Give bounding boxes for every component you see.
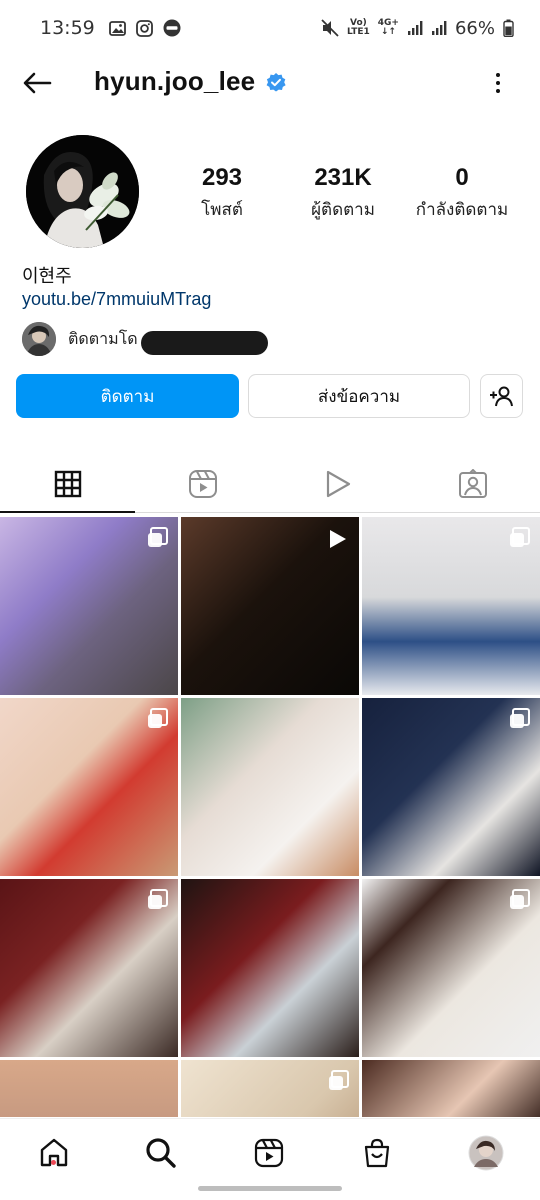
notification-dot [51, 1160, 56, 1165]
bio-link[interactable]: youtu.be/7mmuiuMTrag [22, 289, 211, 310]
carousel-icon [510, 708, 530, 728]
tab-reels[interactable] [135, 455, 270, 513]
nav-profile[interactable] [466, 1133, 506, 1173]
following-label: กำลังติดตาม [415, 200, 509, 220]
nav-search[interactable] [141, 1133, 181, 1173]
posts-count: 293 [201, 164, 243, 191]
carousel-icon [510, 527, 530, 547]
stat-posts[interactable]: 293 โพสต์ [187, 164, 257, 223]
carousel-icon [148, 889, 168, 909]
carousel-icon [148, 708, 168, 728]
posts-label: โพสต์ [201, 200, 243, 220]
status-left: 13:59 [40, 17, 181, 39]
tab-videos[interactable] [270, 455, 405, 513]
signal-icon [407, 20, 423, 36]
reel-play-icon [330, 530, 346, 548]
gesture-bar[interactable] [198, 1186, 342, 1191]
data-arrows-icon: ↓↑ [380, 27, 396, 37]
more-options-button[interactable] [486, 66, 510, 100]
carousel-icon [148, 527, 168, 547]
profile-header: hyun.joo_lee [0, 56, 540, 112]
network-type: 4G+ ↓↑ [378, 19, 399, 37]
dot-icon [496, 81, 500, 85]
dot-icon [496, 89, 500, 93]
profile-avatar[interactable] [26, 135, 139, 248]
gallery-icon [108, 20, 126, 36]
signal-icon-2 [431, 20, 447, 36]
mute-icon [321, 19, 339, 37]
status-bar: 13:59 Vo) LTE1 4G+ ↓↑ 66% [0, 0, 540, 56]
post-thumbnail[interactable] [0, 879, 178, 1057]
post-thumbnail[interactable] [181, 1060, 359, 1117]
profile-tabs [0, 455, 540, 513]
battery-icon [503, 19, 514, 37]
back-button[interactable] [20, 68, 54, 98]
reels-icon [188, 470, 217, 498]
video-icon [326, 470, 350, 498]
profile-display-name: 이현주 [22, 266, 72, 287]
line-app-icon [163, 19, 181, 37]
redacted-names [141, 331, 268, 355]
suggested-users-button[interactable] [480, 374, 523, 418]
active-tab-indicator [0, 511, 135, 513]
instagram-icon [135, 19, 153, 37]
volte-bottom: LTE1 [346, 27, 370, 37]
carousel-icon [329, 1070, 349, 1090]
profile-avatar [468, 1135, 504, 1171]
followed-by-row[interactable]: ติดตามโด [22, 322, 138, 356]
add-person-icon [489, 386, 513, 407]
back-arrow-icon [23, 72, 52, 94]
followers-count: 231K [314, 164, 372, 191]
shop-icon [364, 1138, 390, 1168]
avatar-image [26, 135, 139, 248]
verified-badge-icon [266, 73, 286, 92]
nav-home[interactable] [34, 1133, 74, 1173]
reels-icon [254, 1138, 284, 1168]
post-thumbnail[interactable] [362, 517, 540, 695]
tab-grid[interactable] [0, 455, 135, 513]
stat-followers[interactable]: 231K ผู้ติดตาม [300, 164, 386, 223]
volte-indicator: Vo) LTE1 [347, 19, 370, 37]
post-thumbnail[interactable] [181, 879, 359, 1057]
follow-button[interactable]: ติดตาม [16, 374, 239, 418]
battery-percent: 66% [454, 17, 495, 39]
stat-following[interactable]: 0 กำลังติดตาม [406, 164, 518, 223]
post-thumbnail[interactable] [0, 1060, 178, 1117]
status-time: 13:59 [40, 17, 95, 39]
post-thumbnail[interactable] [362, 698, 540, 876]
dot-icon [496, 73, 500, 77]
message-button[interactable]: ส่งข้อความ [248, 374, 470, 418]
following-count: 0 [455, 164, 469, 191]
tagged-icon [458, 469, 487, 498]
carousel-icon [510, 889, 530, 909]
grid-icon [54, 470, 81, 498]
post-thumbnail[interactable] [362, 879, 540, 1057]
tab-tagged[interactable] [405, 455, 540, 513]
profile-username: hyun.joo_lee [94, 66, 256, 96]
status-right: Vo) LTE1 4G+ ↓↑ 66% [321, 18, 514, 39]
post-thumbnail[interactable] [181, 517, 359, 695]
post-thumbnail[interactable] [362, 1060, 540, 1117]
nav-reels[interactable] [249, 1133, 289, 1173]
mutual-follower-avatar [22, 322, 56, 356]
posts-grid [0, 517, 540, 1117]
post-thumbnail[interactable] [0, 698, 178, 876]
followers-label: ผู้ติดตาม [311, 200, 375, 220]
nav-shop[interactable] [357, 1133, 397, 1173]
search-icon [146, 1138, 176, 1168]
post-thumbnail[interactable] [181, 698, 359, 876]
followed-by-text: ติดตามโด [68, 328, 138, 348]
post-thumbnail[interactable] [0, 517, 178, 695]
